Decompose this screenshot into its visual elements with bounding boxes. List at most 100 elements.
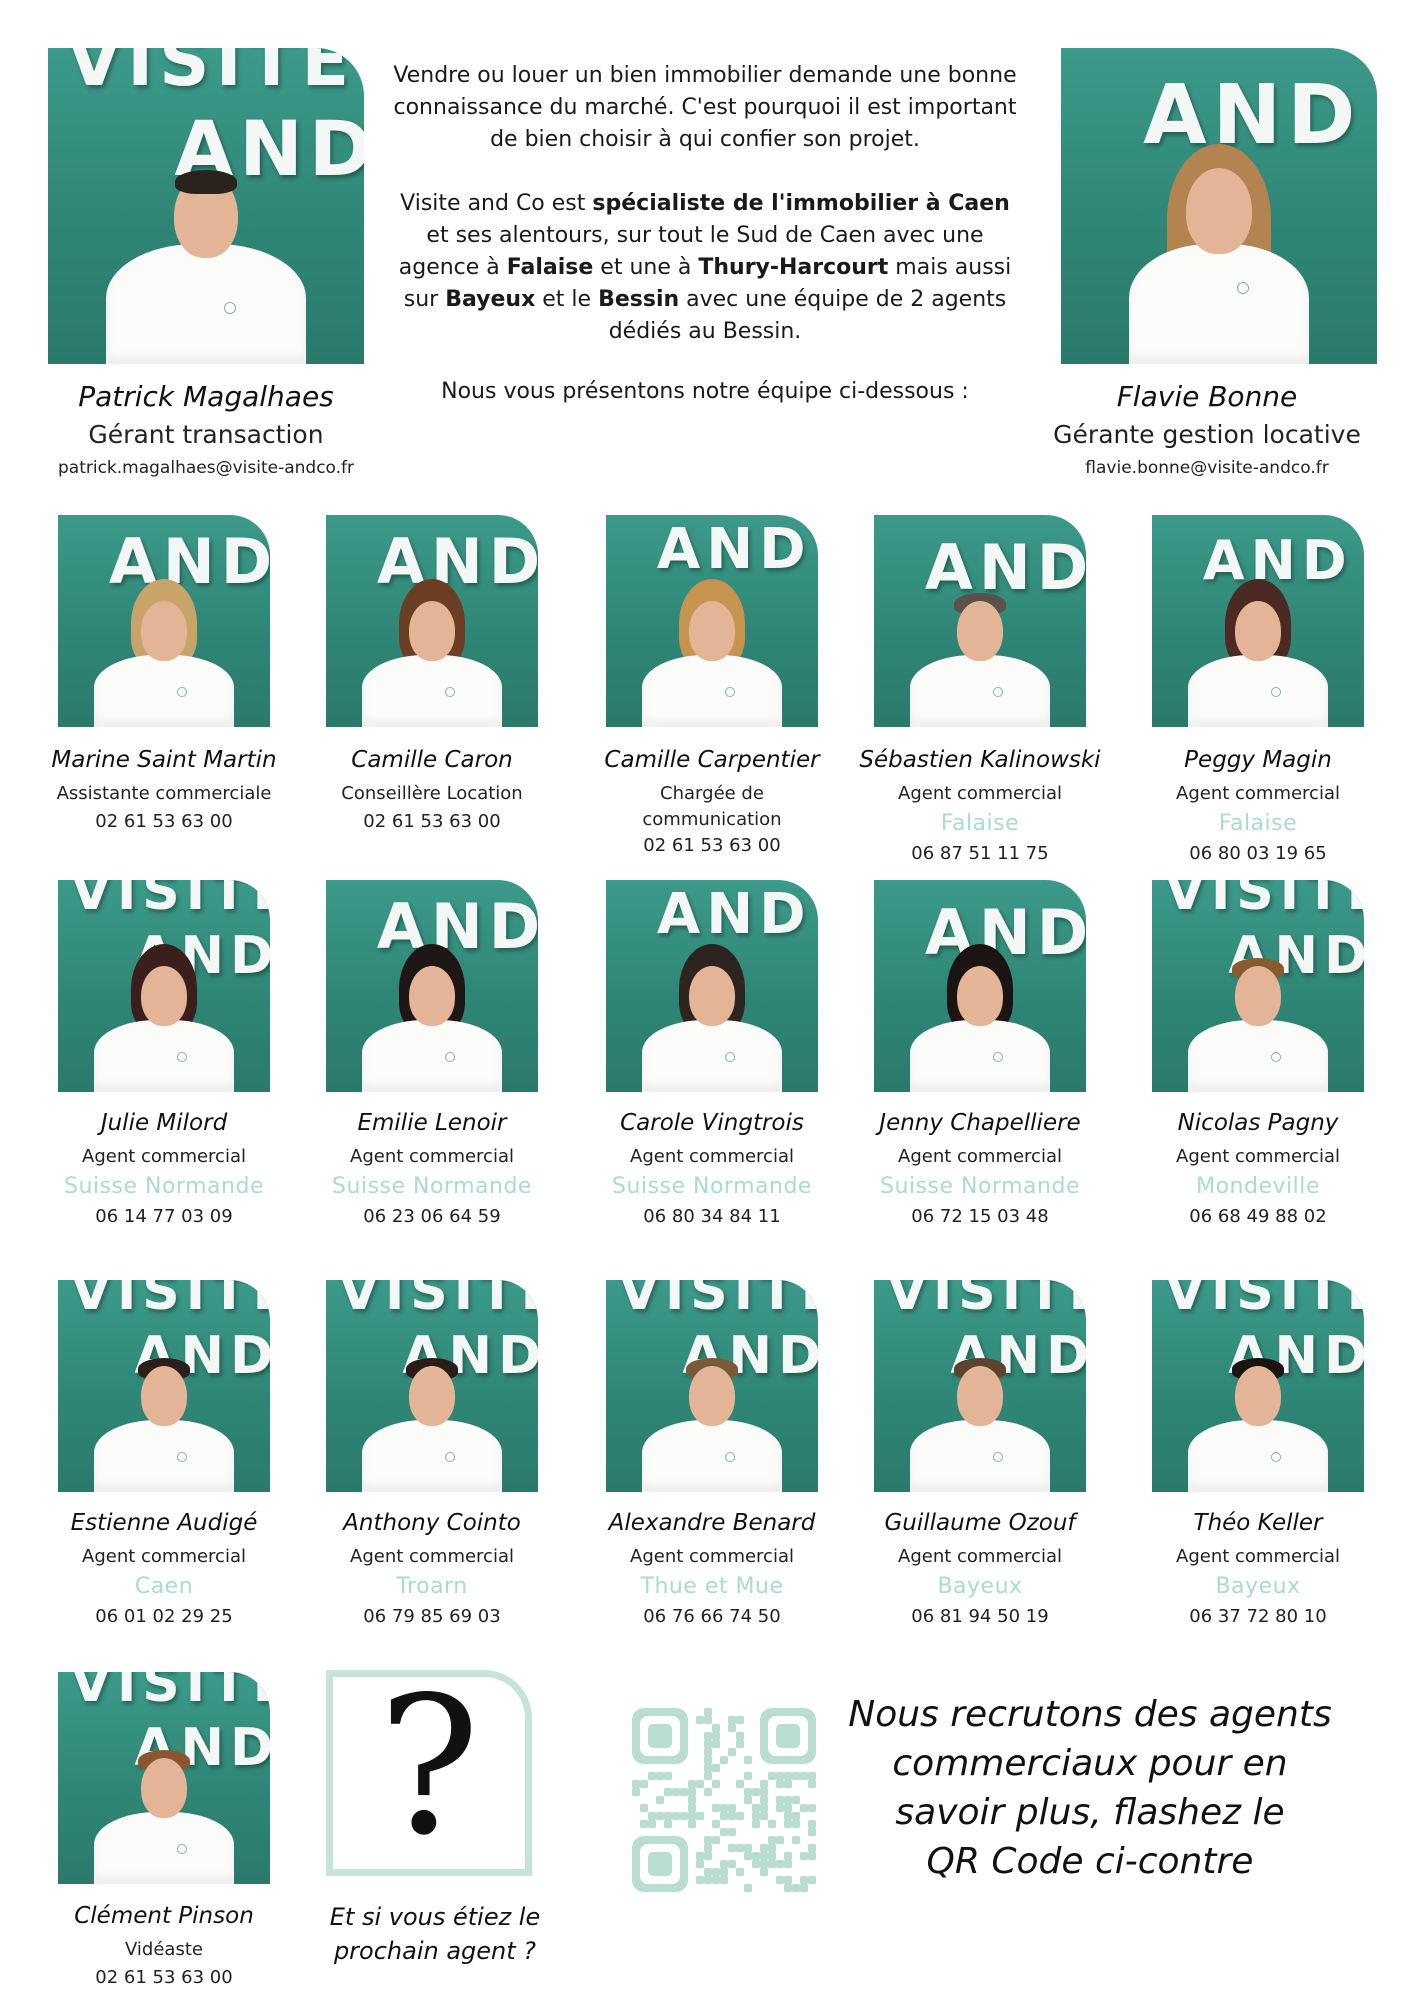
team-member-phone[interactable]: 06 80 03 19 65 xyxy=(1128,843,1388,864)
manager-name: Flavie Bonne xyxy=(1116,380,1298,413)
team-member-phone[interactable]: 02 61 53 63 00 xyxy=(582,835,842,856)
team-member-role: Agent commercial xyxy=(630,1146,794,1167)
qr-module xyxy=(760,1788,768,1796)
qr-module xyxy=(736,1732,744,1740)
qr-module xyxy=(704,1772,712,1780)
qr-module xyxy=(728,1724,736,1732)
next-agent-line-2: prochain agent ? xyxy=(333,1937,537,1965)
qr-module xyxy=(784,1796,792,1804)
team-member-phone[interactable]: 06 01 02 29 25 xyxy=(34,1606,294,1627)
qr-module xyxy=(800,1804,808,1812)
team-member-name: Marine Saint Martin xyxy=(51,747,277,773)
team-member-phone[interactable]: 06 68 49 88 02 xyxy=(1128,1206,1388,1227)
qr-module xyxy=(648,1772,656,1780)
qr-module xyxy=(720,1828,728,1836)
team-member-name: Nicolas Pagny xyxy=(1177,1110,1339,1136)
team-member-city: Suisse Normande xyxy=(64,1174,264,1199)
shirt xyxy=(642,1020,782,1092)
team-member-role: Agent commercial xyxy=(350,1146,514,1167)
qr-module xyxy=(728,1748,736,1756)
qr-module xyxy=(784,1852,792,1860)
face xyxy=(957,1366,1003,1426)
team-member-city: Troarn xyxy=(396,1574,468,1599)
shirt xyxy=(910,1020,1050,1092)
face xyxy=(689,966,735,1026)
team-photo: VISITEAND CO xyxy=(1152,1280,1364,1492)
face xyxy=(409,601,455,661)
face xyxy=(1235,1366,1281,1426)
qr-module xyxy=(688,1812,696,1820)
team-member-phone[interactable]: 02 61 53 63 00 xyxy=(34,1967,294,1988)
qr-module xyxy=(704,1740,712,1748)
wall-sign: VISITE xyxy=(70,880,270,922)
qr-module xyxy=(728,1716,736,1724)
qr-module xyxy=(728,1828,736,1836)
qr-module xyxy=(760,1860,768,1868)
face xyxy=(141,1758,187,1818)
person-figure xyxy=(632,932,792,1092)
qr-module xyxy=(808,1876,816,1884)
face xyxy=(689,1366,735,1426)
qr-module xyxy=(800,1884,808,1892)
qr-module xyxy=(664,1788,672,1796)
qr-module xyxy=(776,1836,784,1844)
team-member-name: Guillaume Ozouf xyxy=(884,1510,1076,1536)
team-member-city: Caen xyxy=(134,1574,194,1599)
team-member-city: Suisse Normande xyxy=(332,1174,532,1199)
person-figure xyxy=(1178,567,1338,727)
wall-sign: VISITE xyxy=(66,48,356,102)
shirt xyxy=(94,655,234,727)
person-figure xyxy=(84,932,244,1092)
team-member-phone[interactable]: 06 72 15 03 48 xyxy=(850,1206,1110,1227)
team-member-name: Clément Pinson xyxy=(74,1903,254,1929)
qr-module xyxy=(784,1780,792,1788)
qr-module xyxy=(688,1796,696,1804)
team-member-phone[interactable]: 06 23 06 64 59 xyxy=(302,1206,562,1227)
qr-module xyxy=(784,1860,792,1868)
shirt xyxy=(1188,1020,1328,1092)
shirt xyxy=(642,655,782,727)
qr-module xyxy=(704,1836,712,1844)
team-member-phone[interactable]: 02 61 53 63 00 xyxy=(302,811,562,832)
face xyxy=(689,601,735,661)
qr-module xyxy=(744,1884,752,1892)
team-member-phone[interactable]: 02 61 53 63 00 xyxy=(34,811,294,832)
manager-photo-flavie: AND CO xyxy=(1061,48,1377,364)
intro-paragraph-1: Vendre ou louer un bien immobilier deman… xyxy=(393,63,1017,152)
qr-module xyxy=(752,1804,760,1812)
qr-module xyxy=(704,1732,712,1740)
qr-module xyxy=(792,1820,800,1828)
qr-module xyxy=(760,1796,768,1804)
team-member-phone[interactable]: 06 76 66 74 50 xyxy=(582,1606,842,1627)
qr-code-icon[interactable] xyxy=(632,1708,816,1892)
manager-email[interactable]: flavie.bonne@visite-andco.fr xyxy=(1020,458,1394,478)
qr-module xyxy=(784,1820,792,1828)
face xyxy=(409,966,455,1026)
team-member-name: Carole Vingtrois xyxy=(620,1110,804,1136)
qr-module xyxy=(744,1852,752,1860)
face xyxy=(1235,601,1281,661)
qr-module xyxy=(808,1820,816,1828)
team-photo: AND CO xyxy=(326,880,538,1092)
qr-module xyxy=(712,1764,720,1772)
team-member-phone[interactable]: 06 81 94 50 19 xyxy=(850,1606,1110,1627)
team-member-role: Agent commercial xyxy=(630,1546,794,1567)
qr-module xyxy=(768,1844,776,1852)
team-member-phone[interactable]: 06 79 85 69 03 xyxy=(302,1606,562,1627)
team-member-city: Mondeville xyxy=(1196,1174,1320,1199)
team-member-phone[interactable]: 06 87 51 11 75 xyxy=(850,843,1110,864)
shirt xyxy=(910,655,1050,727)
qr-module xyxy=(792,1836,800,1844)
qr-module xyxy=(704,1708,712,1716)
qr-module xyxy=(760,1780,768,1788)
person-figure xyxy=(1178,1332,1338,1492)
team-member-phone[interactable]: 06 37 72 80 10 xyxy=(1128,1606,1388,1627)
qr-module xyxy=(752,1788,760,1796)
manager-email[interactable]: patrick.magalhaes@visite-andco.fr xyxy=(20,458,392,478)
qr-module xyxy=(640,1804,648,1812)
face xyxy=(957,601,1003,661)
team-member-phone[interactable]: 06 80 34 84 11 xyxy=(582,1206,842,1227)
qr-module xyxy=(808,1828,816,1836)
shirt-logo-icon xyxy=(176,1052,187,1062)
team-member-phone[interactable]: 06 14 77 03 09 xyxy=(34,1206,294,1227)
